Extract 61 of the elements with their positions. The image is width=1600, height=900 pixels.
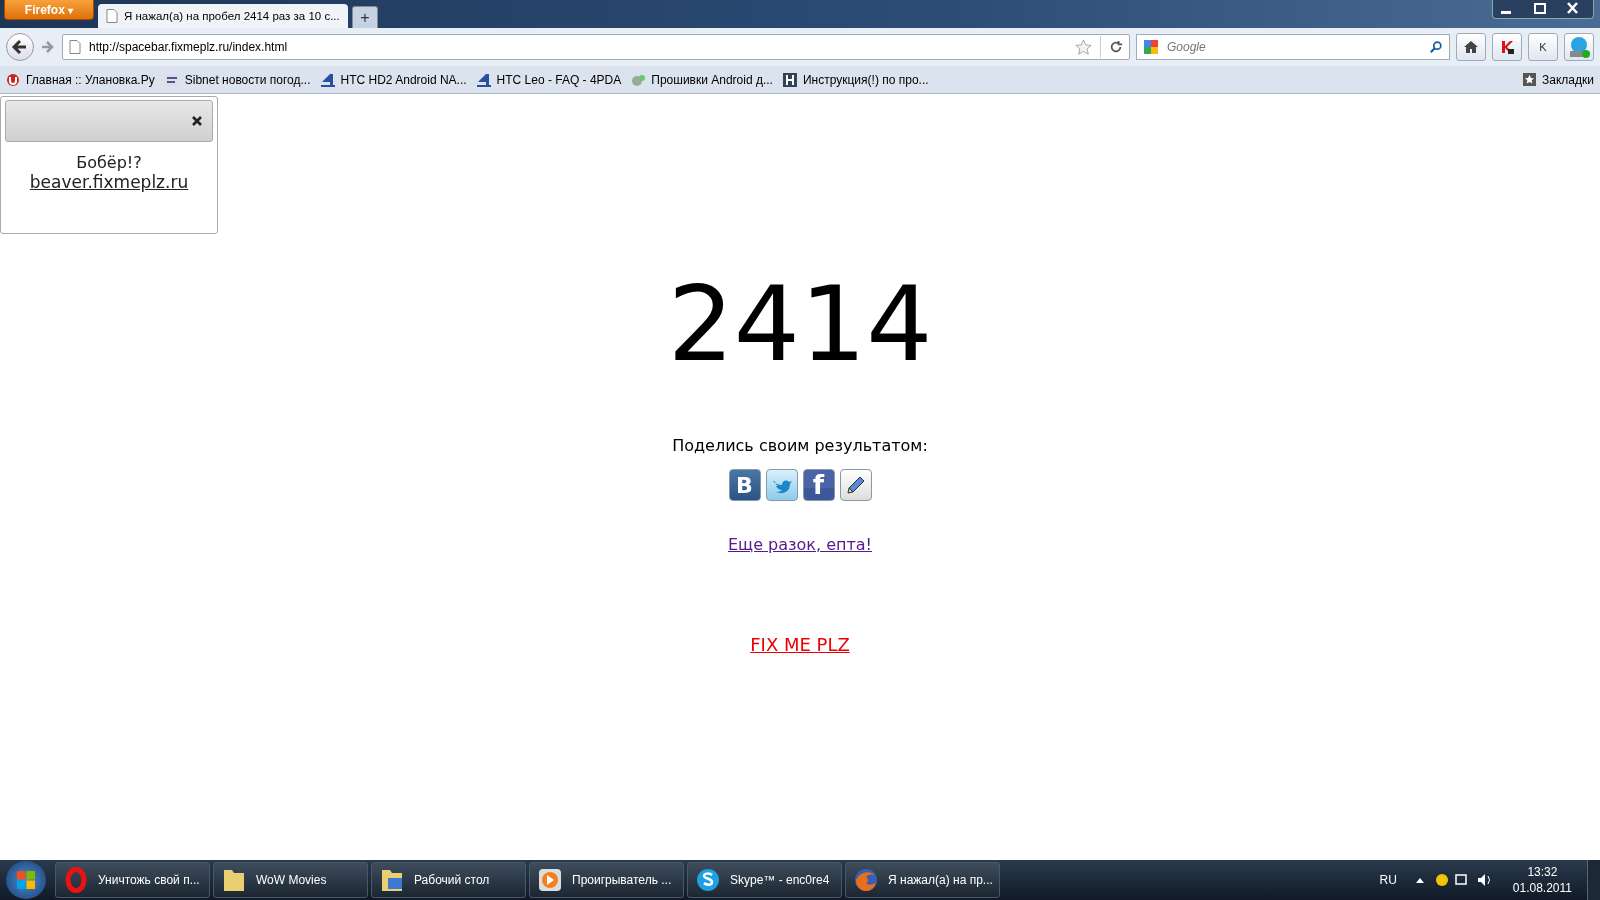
four-logo-icon [320,72,335,87]
bookmark-item[interactable]: Sibnet новости погод... [164,72,311,87]
reload-icon[interactable] [1109,40,1123,54]
search-engine-icon[interactable] [1143,39,1159,55]
share-prompt: Поделись своим результатом: [672,436,928,455]
again-link[interactable]: Еще разок, епта! [727,535,872,554]
clock-time[interactable]: 13:32 [1527,864,1558,880]
window-controls[interactable] [1492,0,1594,19]
search-input[interactable]: Google [1165,39,1423,55]
taskbar-item[interactable]: Уничтожь свой п... [55,862,210,898]
fox-globe-icon [852,866,880,894]
page-icon [69,40,81,54]
back-button[interactable] [6,33,34,61]
windows-logo-icon [16,870,36,890]
popup-title: Бобёр!? [76,153,142,172]
taskbar-item[interactable]: Проигрыватель ... [529,862,684,898]
press-count: 2414 [667,272,933,376]
leaf-icon [631,72,646,87]
shield-logo-icon [1499,39,1515,55]
start-button[interactable] [6,861,46,899]
star-icon [1523,73,1537,86]
star-icon[interactable] [1075,38,1092,56]
u-logo-icon [6,72,20,87]
search-box[interactable]: Google [1136,34,1450,60]
home-icon [1463,39,1479,55]
facebook-share-button[interactable]: f [802,469,835,501]
twitter-share-button[interactable] [765,469,798,501]
browser-tab[interactable]: Я нажал(а) на пробел 2414 раз за 10 с... [98,4,348,28]
chat-logo-icon [694,866,722,894]
four-logo-icon [476,72,491,87]
bookmark-item[interactable]: Прошивки Android д... [631,72,773,87]
bookmarks-menu[interactable]: Закладки [1523,72,1594,87]
taskbar-item[interactable]: Skype™ - enc0re4 [687,862,842,898]
bookmark-item[interactable]: Главная :: Улановка.Ру [6,72,155,87]
clock-date[interactable]: 01.08.2011 [1512,880,1572,896]
home-button[interactable] [1456,33,1486,61]
url-text: http://spacebar.fixmeplz.ru/index.html [89,40,288,54]
taskbar-item[interactable]: Я нажал(а) на пр... [845,862,1000,898]
taskbar-item[interactable]: WoW Movies [213,862,368,898]
skype-button[interactable] [1564,33,1594,61]
bookmark-item[interactable]: Инструкция(!) по про... [782,72,929,87]
h-logo-icon [782,72,797,87]
close-icon[interactable] [192,116,202,126]
taskbar-item[interactable]: Рабочий стол [371,862,526,898]
play-icon [536,866,564,894]
chat-logo-icon [1567,35,1591,59]
new-tab-button[interactable]: + [352,6,378,28]
antivirus-button[interactable] [1492,33,1522,61]
language-indicator[interactable]: RU [1379,873,1397,887]
vk-share-button[interactable]: В [728,469,761,501]
pencil-share-button[interactable] [839,469,872,501]
popup-link[interactable]: beaver.fixmeplz.ru [29,172,189,192]
news-icon [164,72,179,87]
show-desktop-button[interactable] [1587,860,1600,900]
address-bar[interactable]: http://spacebar.fixmeplz.ru/index.html [62,34,1130,60]
page-icon [106,9,118,23]
fix-link[interactable]: FIX ME PLZ [750,634,850,655]
bookmark-item[interactable]: HTC Leo - FAQ - 4PDA [476,72,622,87]
bookmark-item[interactable]: HTC HD2 Android NA... [320,72,467,87]
k-button[interactable]: K [1528,33,1558,61]
search-icon[interactable] [1429,40,1443,54]
